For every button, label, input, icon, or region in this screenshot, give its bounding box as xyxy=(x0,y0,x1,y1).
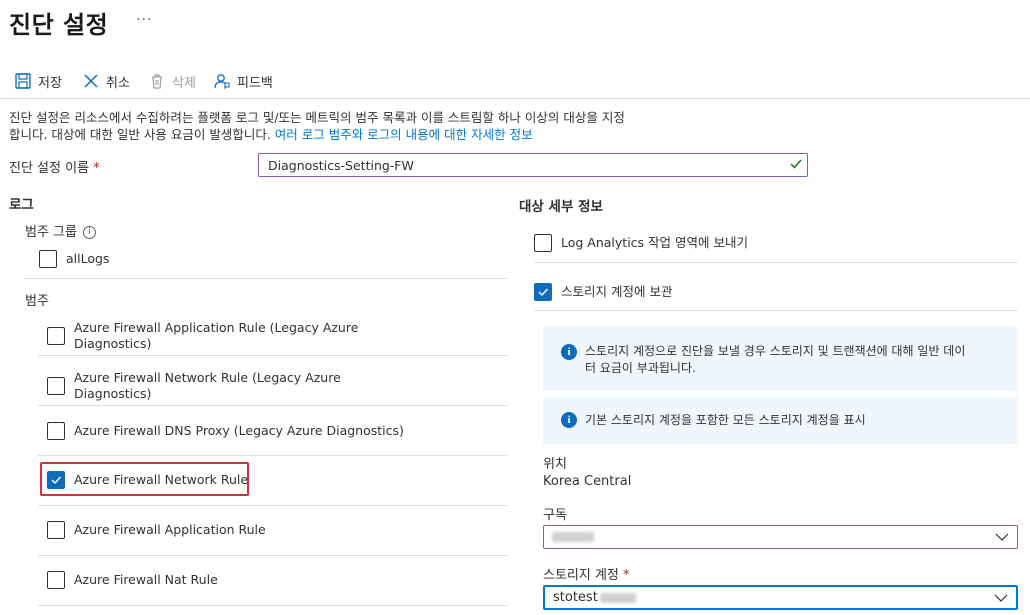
category-row[interactable]: Azure Firewall Application Rule (Legacy … xyxy=(47,320,358,352)
page-title: 진단 설정 xyxy=(9,11,109,39)
setting-name-input[interactable] xyxy=(258,153,808,177)
info-text: 기본 스토리지 계정을 포함한 모든 스토리지 계정을 표시 xyxy=(585,413,866,427)
all-logs-label: allLogs xyxy=(66,251,110,266)
storage-account-value: stotest xyxy=(553,590,636,605)
learn-more-link[interactable]: 여러 로그 범주와 로그의 내용에 대한 자세한 정보 xyxy=(275,127,533,142)
all-logs-checkbox[interactable] xyxy=(39,250,57,268)
info-text-line1: 스토리지 계정으로 진단을 보낼 경우 스토리지 및 트랜잭션에 대해 일반 데… xyxy=(585,344,966,358)
category-row[interactable]: Azure Firewall Network Rule (Legacy Azur… xyxy=(47,370,341,402)
valid-check-icon xyxy=(790,159,802,169)
info-box-show-all-accounts: i 기본 스토리지 계정을 포함한 모든 스토리지 계정을 표시 xyxy=(543,397,1018,444)
category-label: Azure Firewall Application Rule xyxy=(74,522,266,537)
divider xyxy=(534,262,1018,263)
setting-name-label: 진단 설정 이름 * xyxy=(9,157,100,176)
description: 진단 설정은 리소스에서 수집하려는 플랫폼 로그 및/또는 메트릭의 범주 목… xyxy=(9,109,729,143)
categories-label: 범주 xyxy=(25,294,49,309)
required-asterisk: * xyxy=(93,161,100,176)
all-logs-checkbox-row[interactable]: allLogs xyxy=(39,250,109,268)
category-checkbox[interactable] xyxy=(47,377,65,395)
checkmark-icon xyxy=(538,288,549,297)
cancel-button[interactable]: 취소 xyxy=(82,70,130,92)
more-options-button[interactable]: ··· xyxy=(136,12,152,28)
category-label: Azure Firewall Network Rule xyxy=(74,472,249,487)
save-icon xyxy=(15,73,31,89)
info-text-line2: 터 요금이 부과됩니다. xyxy=(585,361,696,375)
storage-checkbox-row[interactable]: 스토리지 계정에 보관 xyxy=(534,283,672,301)
info-text: 스토리지 계정으로 진단을 보낼 경우 스토리지 및 트랜잭션에 대해 일반 데… xyxy=(585,343,1000,377)
category-row[interactable]: Azure Firewall Application Rule xyxy=(47,521,266,539)
category-row[interactable]: Azure Firewall Network Rule xyxy=(47,471,248,489)
location-label: 위치 xyxy=(543,457,567,472)
feedback-person-icon xyxy=(214,74,230,90)
required-asterisk: * xyxy=(623,568,630,583)
category-label: Azure Firewall Nat Rule xyxy=(74,572,218,587)
category-checkbox[interactable] xyxy=(47,521,65,539)
category-checkbox[interactable] xyxy=(47,422,65,440)
category-label: Azure Firewall Network Rule (Legacy Azur… xyxy=(74,370,341,402)
category-groups-label: 범주 그룹 i xyxy=(25,221,96,240)
logs-heading: 로그 xyxy=(9,197,34,213)
storage-account-value-text: stotest xyxy=(553,590,598,605)
category-checkbox-checked[interactable] xyxy=(47,471,65,489)
category-label-line2: Diagnostics) xyxy=(74,386,152,401)
cancel-label: 취소 xyxy=(106,75,130,91)
storage-label: 스토리지 계정에 보관 xyxy=(561,284,673,299)
info-icon: i xyxy=(561,412,577,428)
delete-button[interactable]: 삭제 xyxy=(148,70,196,92)
location-value: Korea Central xyxy=(543,474,632,489)
subscription-dropdown[interactable] xyxy=(543,525,1018,549)
delete-label: 삭제 xyxy=(172,75,196,91)
subscription-value xyxy=(552,529,594,544)
info-icon: i xyxy=(561,344,577,360)
log-analytics-checkbox[interactable] xyxy=(534,234,552,252)
setting-name-label-text: 진단 설정 이름 xyxy=(9,161,90,176)
category-checkbox[interactable] xyxy=(47,571,65,589)
category-label: Azure Firewall Application Rule (Legacy … xyxy=(74,320,358,352)
feedback-button[interactable]: 피드백 xyxy=(213,70,273,92)
category-label-line1: Azure Firewall Network Rule (Legacy Azur… xyxy=(74,370,341,385)
checkmark-icon xyxy=(51,476,62,485)
divider xyxy=(38,455,508,456)
feedback-label: 피드백 xyxy=(237,75,273,91)
divider xyxy=(38,555,508,556)
save-label: 저장 xyxy=(38,75,62,91)
chevron-down-icon xyxy=(995,533,1009,541)
storage-account-label-text: 스토리지 계정 xyxy=(543,568,619,583)
description-line-1: 진단 설정은 리소스에서 수집하려는 플랫폼 로그 및/또는 메트릭의 범주 목… xyxy=(9,110,625,125)
category-row[interactable]: Azure Firewall Nat Rule xyxy=(47,571,218,589)
subscription-label: 구독 xyxy=(543,508,567,523)
command-bar: 저장 취소 삭제 피드백 xyxy=(0,66,1030,99)
log-analytics-label: Log Analytics 작업 영역에 보내기 xyxy=(561,235,748,250)
category-label: Azure Firewall DNS Proxy (Legacy Azure D… xyxy=(74,423,404,438)
description-line-2: 합니다. 대상에 대한 일반 사용 요금이 발생합니다. xyxy=(9,127,275,142)
category-row[interactable]: Azure Firewall DNS Proxy (Legacy Azure D… xyxy=(47,422,404,440)
close-icon xyxy=(84,74,98,88)
divider xyxy=(24,278,508,279)
category-groups-text: 범주 그룹 xyxy=(25,225,77,240)
log-analytics-checkbox-row[interactable]: Log Analytics 작업 영역에 보내기 xyxy=(534,234,748,252)
storage-account-dropdown[interactable]: stotest xyxy=(543,585,1018,610)
divider xyxy=(38,605,508,606)
divider xyxy=(38,505,508,506)
save-button[interactable]: 저장 xyxy=(14,70,62,92)
info-icon[interactable]: i xyxy=(82,226,96,239)
storage-account-label: 스토리지 계정 * xyxy=(543,564,630,583)
destination-heading: 대상 세부 정보 xyxy=(519,199,603,215)
category-checkbox[interactable] xyxy=(47,327,65,345)
divider xyxy=(38,405,508,406)
category-label-line2: Diagnostics) xyxy=(74,336,152,351)
divider xyxy=(38,355,508,356)
divider xyxy=(534,310,1018,311)
info-box-storage-charges: i 스토리지 계정으로 진단을 보낼 경우 스토리지 및 트랜잭션에 대해 일반… xyxy=(543,327,1018,391)
storage-checkbox-checked[interactable] xyxy=(534,283,552,301)
category-label-line1: Azure Firewall Application Rule (Legacy … xyxy=(74,320,359,335)
trash-icon xyxy=(152,74,162,89)
chevron-down-icon xyxy=(994,594,1008,602)
